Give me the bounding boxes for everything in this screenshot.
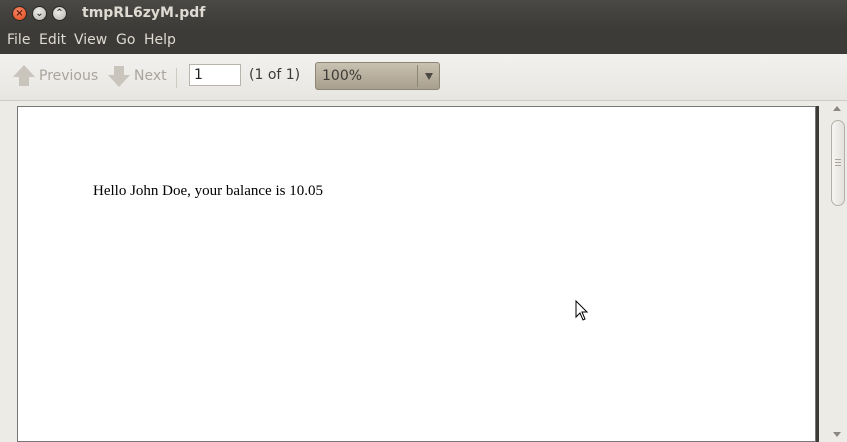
grip-line (835, 162, 841, 163)
menu-bar: File Edit View Go Help (0, 28, 847, 54)
dropdown-arrow-icon (425, 73, 433, 80)
vertical-scrollbar[interactable] (829, 101, 847, 442)
scroll-up-icon[interactable] (833, 106, 841, 111)
zoom-select[interactable]: 100% (315, 62, 440, 90)
close-icon: × (15, 7, 24, 19)
previous-label: Previous (39, 68, 99, 84)
grip-line (835, 165, 841, 166)
maximize-window-button[interactable]: ⌃ (52, 6, 67, 21)
document-viewport[interactable]: Hello John Doe, your balance is 10.05 (0, 101, 847, 442)
zoom-value: 100% (322, 68, 363, 84)
menu-edit[interactable]: Edit (39, 32, 66, 48)
page-text: Hello John Doe, your balance is 10.05 (93, 183, 323, 199)
page-number-input[interactable] (189, 64, 241, 86)
menu-view[interactable]: View (74, 32, 107, 48)
up-arrow-icon (13, 65, 35, 87)
close-window-button[interactable]: × (12, 6, 27, 21)
page-count-label: (1 of 1) (249, 67, 301, 83)
grip-line (835, 159, 841, 160)
next-page-button[interactable]: Next (108, 64, 167, 88)
maximize-icon: ⌃ (55, 7, 64, 19)
menu-file[interactable]: File (7, 32, 30, 48)
mouse-pointer-icon (575, 300, 589, 321)
scrollbar-thumb[interactable] (831, 120, 845, 206)
minimize-icon: ⌄ (35, 7, 44, 19)
next-label: Next (134, 68, 167, 84)
window-title: tmpRL6zyM.pdf (82, 5, 206, 21)
title-bar: × ⌄ ⌃ tmpRL6zyM.pdf (0, 0, 847, 28)
minimize-window-button[interactable]: ⌄ (32, 6, 47, 21)
scroll-down-icon[interactable] (833, 432, 841, 437)
previous-page-button[interactable]: Previous (13, 64, 98, 88)
toolbar-separator (176, 68, 177, 88)
menu-help[interactable]: Help (144, 32, 176, 48)
down-arrow-icon (108, 65, 130, 87)
menu-go[interactable]: Go (116, 32, 135, 48)
pdf-page: Hello John Doe, your balance is 10.05 (17, 106, 816, 442)
zoom-divider (417, 65, 418, 87)
